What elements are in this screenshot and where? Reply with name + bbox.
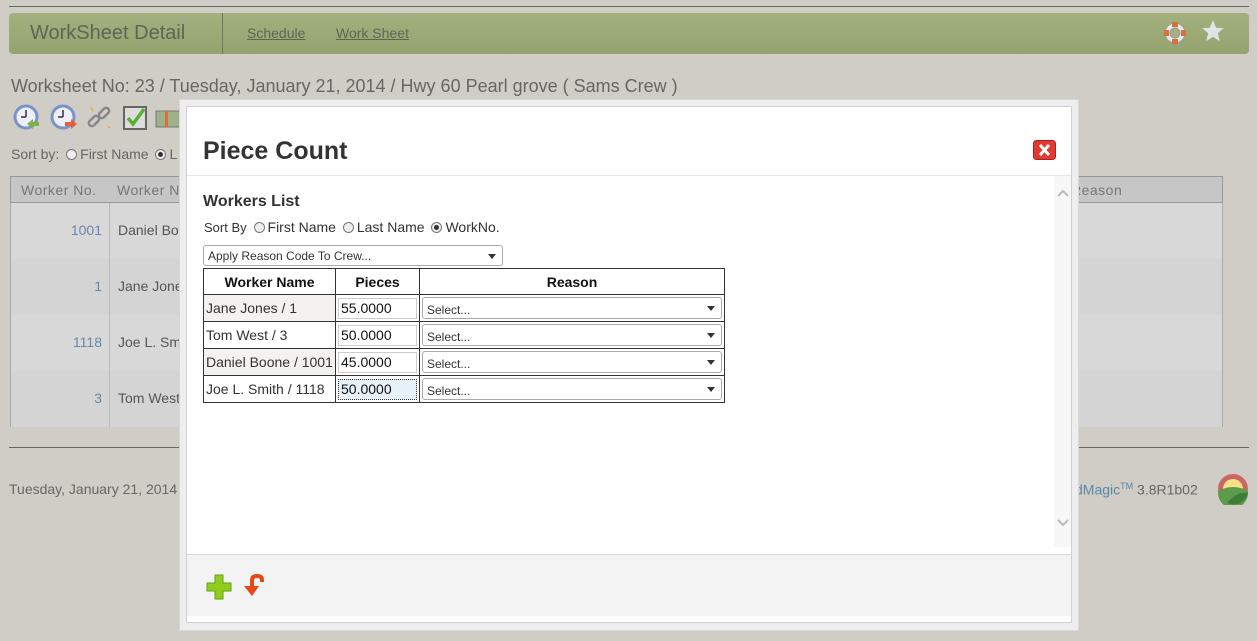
nav-link-schedule[interactable]: Schedule [247, 25, 305, 41]
header-pieces: Pieces [335, 268, 420, 295]
clock-in-icon[interactable] [13, 104, 41, 132]
table-row: Jane Jones / 1 Select... [203, 294, 725, 322]
help-lifebuoy-icon[interactable] [1163, 21, 1187, 45]
nav-link-work-sheet[interactable]: Work Sheet [336, 25, 409, 41]
reason-select-value: Select... [427, 330, 471, 344]
sort-by-label: Sort By [204, 220, 247, 235]
worksheet-title: Worksheet No: 23 / Tuesday, January 21, … [11, 76, 678, 96]
piece-count-dialog: Piece Count Workers List Sort By First N… [186, 106, 1072, 623]
sort-last-name-radio[interactable] [155, 149, 167, 160]
table-row: Tom West / 3 Select... [203, 321, 725, 349]
sort-first-name-label: First Name [267, 219, 336, 235]
trademark: TM [1120, 481, 1134, 491]
version-number: 3.8R1b02 [1137, 481, 1198, 498]
sort-last-name-radio[interactable] [342, 222, 354, 233]
close-icon[interactable] [1033, 140, 1056, 160]
apply-reason-to-crew-select[interactable]: Apply Reason Code To Crew... [203, 245, 503, 266]
top-divider [9, 6, 1249, 7]
worker-name-cell: Daniel Boone / 1001 [203, 348, 336, 376]
column-divider [109, 371, 110, 427]
undo-icon[interactable] [242, 572, 266, 598]
crew-select-value: Apply Reason Code To Crew... [208, 249, 372, 263]
reason-select[interactable]: Select... [422, 351, 722, 373]
worker-number[interactable]: 1 [94, 278, 102, 294]
table-header-row: Worker Name Pieces Reason [203, 268, 725, 295]
add-icon[interactable] [206, 574, 232, 600]
sort-by-group: Sort by: First Name L [11, 146, 177, 162]
worker-number[interactable]: 1001 [71, 222, 102, 238]
header-worker-name: Worker Name [203, 268, 336, 295]
sort-workno-label: WorkNo. [445, 219, 500, 235]
reason-select[interactable]: Select... [422, 378, 722, 400]
dialog-header-divider [187, 175, 1071, 176]
workers-table: Worker Name Pieces Reason Jane Jones / 1… [203, 268, 725, 403]
pieces-input[interactable] [338, 378, 417, 400]
footer-version: dMagicTM 3.8R1b02 [1075, 481, 1198, 498]
pieces-input[interactable] [338, 324, 417, 346]
footer-date: Tuesday, January 21, 2014 [9, 481, 178, 497]
brand-link[interactable]: dMagic [1075, 482, 1120, 498]
reason-select-value: Select... [427, 384, 471, 398]
sort-last-name-label: Last Name [356, 219, 425, 235]
worker-name-cell: Tom West / 3 [203, 321, 336, 349]
sort-last-name-label: L [169, 146, 178, 162]
worker-name: Tom West [118, 390, 180, 406]
column-divider [109, 203, 110, 259]
table-row: Joe L. Smith / 1118 Select... [203, 375, 725, 403]
reason-select-value: Select... [427, 303, 471, 317]
worker-name: Joe L. Sm [118, 334, 182, 350]
column-divider [109, 259, 110, 315]
dialog-footer [187, 554, 1071, 616]
scroll-up-icon[interactable] [1056, 188, 1070, 198]
clock-out-icon[interactable] [50, 104, 78, 132]
column-divider [109, 315, 110, 371]
header-reason: Reason [419, 268, 725, 295]
header-divider [222, 13, 223, 54]
chevron-down-icon [707, 387, 715, 392]
logo-icon [1218, 474, 1248, 505]
header-worker-name[interactable]: Worker N [117, 182, 180, 198]
worker-name-cell: Jane Jones / 1 [203, 294, 336, 322]
chevron-down-icon [488, 254, 496, 259]
table-row: Daniel Boone / 1001 Select... [203, 348, 725, 376]
sort-workno-radio[interactable] [431, 222, 443, 233]
header-worker-no[interactable]: Worker No. [21, 182, 97, 198]
favorite-star-icon[interactable] [1200, 18, 1226, 44]
reason-select[interactable]: Select... [422, 324, 722, 346]
workers-sort-group: Sort By First Name Last Name WorkNo. [204, 219, 500, 235]
reason-select-value: Select... [427, 357, 471, 371]
sort-first-name-radio[interactable] [253, 222, 265, 233]
pieces-input[interactable] [338, 297, 417, 319]
worker-name: Jane Jone [118, 278, 183, 294]
worker-number[interactable]: 3 [94, 390, 102, 406]
scroll-down-icon[interactable] [1056, 518, 1070, 528]
sort-by-label: Sort by: [11, 146, 60, 162]
chevron-down-icon [707, 333, 715, 338]
unlink-icon[interactable] [85, 104, 113, 132]
header-bar: WorkSheet Detail Schedule Work Sheet [9, 13, 1249, 54]
worker-number[interactable]: 1118 [73, 334, 102, 350]
worker-name: Daniel Boo [118, 222, 187, 238]
pieces-input[interactable] [338, 351, 417, 373]
workers-list-title: Workers List [203, 193, 300, 210]
dialog-scrollbar[interactable] [1054, 176, 1071, 547]
page-title: WorkSheet Detail [30, 22, 186, 44]
worker-name-cell: Joe L. Smith / 1118 [203, 375, 336, 403]
sort-first-name-radio[interactable] [66, 149, 78, 160]
reason-select[interactable]: Select... [422, 297, 722, 319]
checkbox-icon[interactable] [122, 104, 150, 132]
chevron-down-icon [707, 306, 715, 311]
chevron-down-icon [707, 360, 715, 365]
sort-first-name-label: First Name [80, 146, 149, 162]
dialog-title: Piece Count [203, 137, 348, 165]
